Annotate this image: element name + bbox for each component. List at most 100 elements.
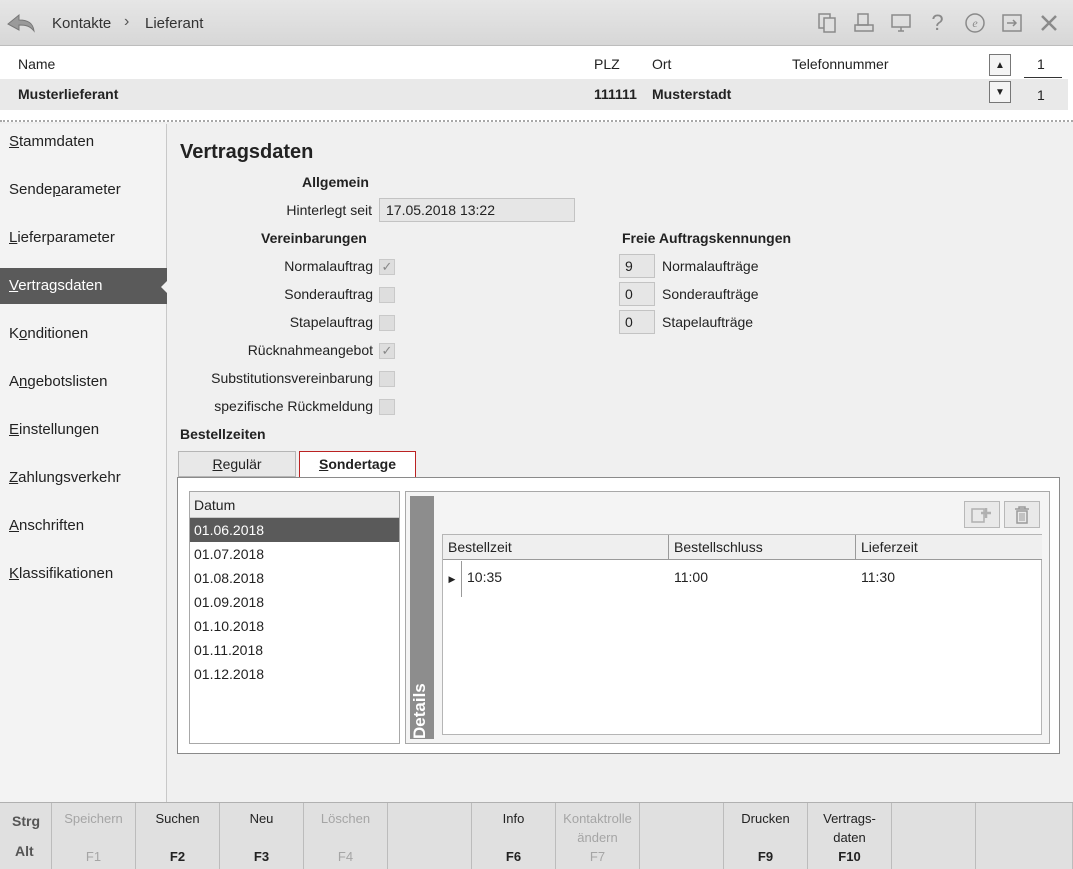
e-icon[interactable]: e [960,8,989,37]
nav-label-post: tammdaten [19,133,95,150]
list-item[interactable]: 01.09.2018 [190,590,399,614]
copy-icon[interactable] [812,8,841,37]
section-allgemein: Allgemein [302,174,369,190]
scroll-up-button[interactable]: ▲ [989,54,1011,76]
breadcrumb-kontakte[interactable]: Kontakte [52,15,111,32]
table-row[interactable]: Musterlieferant 111111 Musterstadt [0,79,1068,110]
details-tab[interactable]: Details [410,496,434,739]
list-item[interactable]: 01.12.2018 [190,662,399,686]
column-header-telefon[interactable]: Telefonnummer [792,56,889,72]
hinterlegt-field[interactable]: 17.05.2018 13:22 [379,198,575,222]
column-header-ort[interactable]: Ort [652,56,671,72]
close-icon[interactable] [1034,8,1063,37]
record-count-bottom: 1 [1037,87,1045,103]
nav-label-mnemonic: A [9,517,20,534]
checkbox-stapelauftrag[interactable] [379,315,395,331]
row-name: Musterlieferant [18,86,119,102]
column-header-bestellschluss[interactable]: Bestellschluss [669,535,856,560]
function-key-f2[interactable]: Suchen F2 [136,803,220,869]
cell-bestellschluss[interactable]: 11:00 [674,569,708,585]
cell-bestellzeit[interactable]: 10:35 [467,569,502,585]
function-key-f7[interactable]: Kontaktrolle ändern F7 [556,803,640,869]
column-header-lieferzeit[interactable]: Lieferzeit [856,535,1042,560]
back-arrow-icon[interactable] [6,10,36,36]
sidebar-item-vertragsdaten[interactable]: Vertragsdaten [0,268,168,304]
function-key-f3[interactable]: Neu F3 [220,803,304,869]
checkbox-sonderauftrag[interactable] [379,287,395,303]
tab-sondertage-mnemonic: S [318,456,329,472]
function-key-f4[interactable]: Löschen F4 [304,803,388,869]
checkbox-rücknahmeangebot[interactable]: ✓ [379,343,395,359]
details-tab-label: Details [410,683,429,739]
function-key-label: Vertrags- daten [823,811,876,845]
function-key-label: Info [502,811,525,826]
column-header-name[interactable]: Name [18,56,55,72]
function-key-f6[interactable]: Info F6 [472,803,556,869]
sidebar-item-zahlungsverkehr[interactable]: Zahlungsverkehr [0,460,167,496]
function-key-empty[interactable] [388,803,472,869]
cell-lieferzeit[interactable]: 11:30 [861,569,895,585]
main-content: Vertragsdaten Allgemein Hinterlegt seit … [168,124,1073,802]
row-indicator-icon[interactable]: ▶ [443,561,462,597]
sidebar-nav: Stammdaten Sendeparameter Lieferparameter V… [0,124,168,802]
sidebar-item-sendeparameter[interactable]: Sendeparameter [0,172,167,208]
tab-sondertage[interactable]: Sondertage [299,451,416,478]
function-key-f1[interactable]: Speichern F1 [52,803,136,869]
date-list-header[interactable]: Datum [190,492,399,518]
list-item[interactable]: 01.10.2018 [190,614,399,638]
row-ort: Musterstadt [652,86,732,102]
function-key-empty[interactable] [892,803,976,869]
tab-regulaer[interactable]: Regulär [178,451,296,477]
count-divider [1024,77,1062,78]
list-item[interactable]: 01.11.2018 [190,638,399,662]
freie-count-field[interactable]: 0 [619,282,655,306]
trash-icon[interactable] [1004,501,1040,528]
contact-header-list: Name PLZ Ort Telefonnummer ▲ 1 Musterlie… [0,46,1073,122]
sidebar-item-konditionen[interactable]: Konditionen [0,316,167,352]
column-header-plz[interactable]: PLZ [594,56,620,72]
freie-count-field[interactable]: 9 [619,254,655,278]
monitor-icon[interactable] [886,8,915,37]
column-header-bestellzeit[interactable]: Bestellzeit [443,535,669,560]
print-preview-icon[interactable] [849,8,878,37]
sidebar-item-anschriften[interactable]: Anschriften [0,508,167,544]
function-key-label: Neu [249,811,274,826]
scroll-down-button[interactable]: ▼ [989,81,1011,103]
function-key-shortcut: F9 [757,849,774,864]
strg-label: Strg [12,813,40,829]
freie-count-label: Sonderaufträge [662,286,759,302]
bestellzeiten-grid: Bestellzeit Bestellschluss Lieferzeit ▶ … [442,534,1042,735]
nav-label-post: ahlungsverkehr [18,469,121,486]
sidebar-item-angebotslisten[interactable]: Angebotslisten [0,364,167,400]
nav-label-mnemonic: K [9,565,20,582]
freie-count-label: Normalaufträge [662,258,759,274]
export-icon[interactable] [997,8,1026,37]
sidebar-item-klassifikationen[interactable]: Klassifikationen [0,556,167,592]
sidebar-item-einstellungen[interactable]: Einstellungen [0,412,167,448]
add-row-button[interactable] [964,501,1000,528]
list-item[interactable]: 01.07.2018 [190,542,399,566]
list-item[interactable]: 01.06.2018 [190,518,399,542]
function-key-empty[interactable] [640,803,724,869]
modifier-keys[interactable]: Strg Alt [0,803,52,869]
freie-count-field[interactable]: 0 [619,310,655,334]
tab-regulaer-mnemonic: R [212,456,223,472]
function-key-label: Drucken [741,811,790,826]
date-list: Datum 01.06.2018 01.07.2018 01.08.2018 01.0… [189,491,400,744]
function-key-shortcut: F3 [253,849,270,864]
nav-label-mnemonic: S [9,133,20,150]
function-key-empty[interactable] [976,803,1073,869]
list-item[interactable]: 01.08.2018 [190,566,399,590]
function-key-label: Speichern [64,811,123,826]
checkbox-spezifischerückmeldung[interactable] [379,399,395,415]
sidebar-item-lieferparameter[interactable]: Lieferparameter [0,220,167,256]
page-title: Vertragsdaten [180,141,314,163]
checkbox-normalauftrag[interactable]: ✓ [379,259,395,275]
help-icon[interactable]: ? [923,8,952,37]
checkbox-substitutionsvereinbarung[interactable] [379,371,395,387]
function-key-shortcut: F2 [169,849,186,864]
tab-sondertage-label: ondertage [328,456,397,472]
sidebar-item-stammdaten[interactable]: Stammdaten [0,124,167,160]
function-key-f10[interactable]: Vertrags- daten F10 [808,803,892,869]
function-key-f9[interactable]: Drucken F9 [724,803,808,869]
